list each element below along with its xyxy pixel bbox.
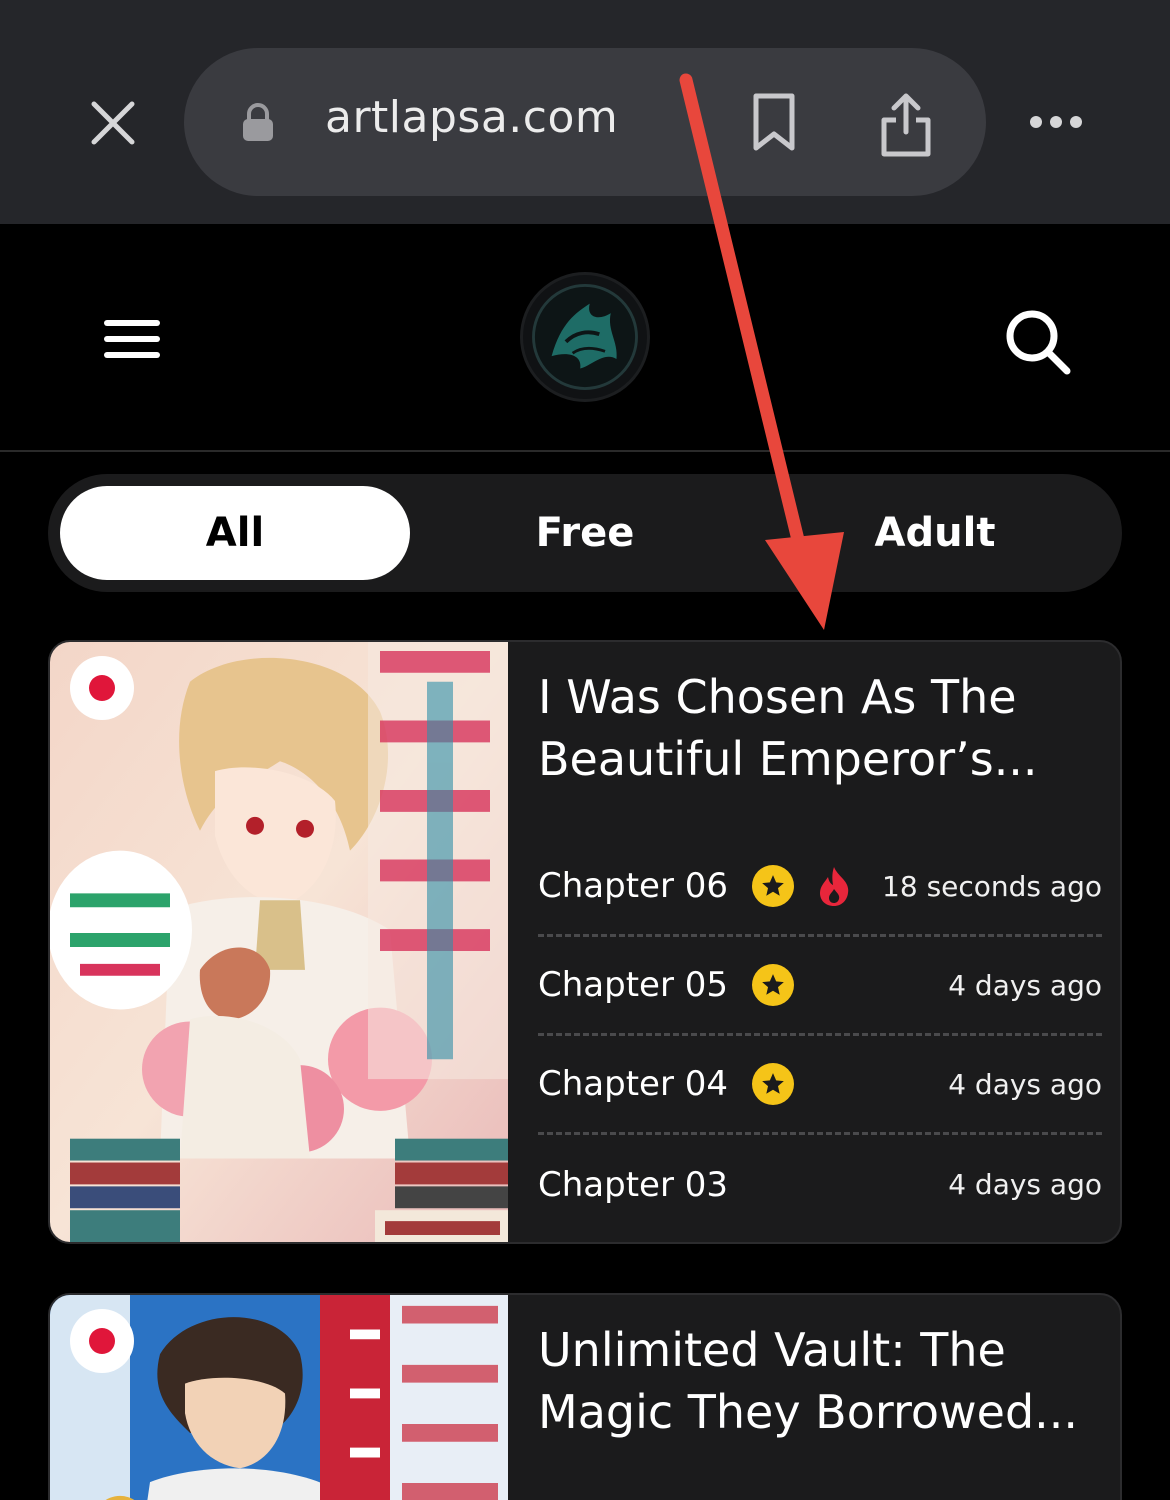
lock-icon [240, 102, 276, 142]
chapter-label[interactable]: Chapter 03 [538, 1165, 728, 1205]
filter-tabs: All Free Adult [48, 474, 1122, 592]
chapter-label[interactable]: Chapter 06 [538, 866, 728, 906]
bookmark-icon[interactable] [750, 92, 798, 152]
chapter-label[interactable]: Chapter 04 [538, 1064, 728, 1104]
series-title[interactable]: Unlimited Vault: The Magic They Borrowed… [538, 1319, 1098, 1443]
chapter-time: 4 days ago [948, 1168, 1102, 1201]
site-header [0, 224, 1170, 452]
japan-flag-icon [70, 1309, 134, 1373]
browser-toolbar: artlapsa.com [0, 0, 1170, 224]
star-icon [752, 964, 795, 1006]
star-icon [752, 1063, 795, 1105]
series-card[interactable]: Unlimited Vault: The Magic They Borrowed… [48, 1293, 1122, 1500]
tab-all[interactable]: All [60, 486, 410, 580]
japan-flag-icon [70, 656, 134, 720]
fire-icon [816, 865, 852, 907]
more-icon[interactable] [1026, 110, 1086, 134]
chapter-row[interactable]: Chapter 06 18 seconds ago [538, 838, 1102, 937]
tab-adult[interactable]: Adult [760, 486, 1110, 580]
series-title[interactable]: I Was Chosen As The Beautiful Emperor’s.… [538, 666, 1098, 790]
search-icon[interactable] [1004, 308, 1072, 376]
site-logo[interactable] [520, 272, 650, 402]
chapter-time: 18 seconds ago [882, 869, 1102, 903]
chapter-time: 4 days ago [948, 968, 1102, 1002]
chapter-row[interactable]: Chapter 04 4 days ago [538, 1036, 1102, 1135]
close-icon[interactable] [86, 96, 140, 150]
chapter-row[interactable]: Chapter 05 4 days ago [538, 937, 1102, 1036]
star-icon [752, 865, 795, 907]
series-card[interactable]: I Was Chosen As The Beautiful Emperor’s.… [48, 640, 1122, 1244]
tab-free[interactable]: Free [410, 486, 760, 580]
share-icon[interactable] [876, 90, 936, 160]
chapter-time: 4 days ago [948, 1067, 1102, 1101]
series-cover-image[interactable] [50, 642, 508, 1242]
series-cover-image[interactable] [50, 1295, 508, 1500]
chapter-label[interactable]: Chapter 05 [538, 965, 728, 1005]
url-text[interactable]: artlapsa.com [325, 92, 618, 143]
chapter-row[interactable]: Chapter 03 4 days ago [538, 1135, 1102, 1234]
menu-icon[interactable] [104, 320, 160, 360]
